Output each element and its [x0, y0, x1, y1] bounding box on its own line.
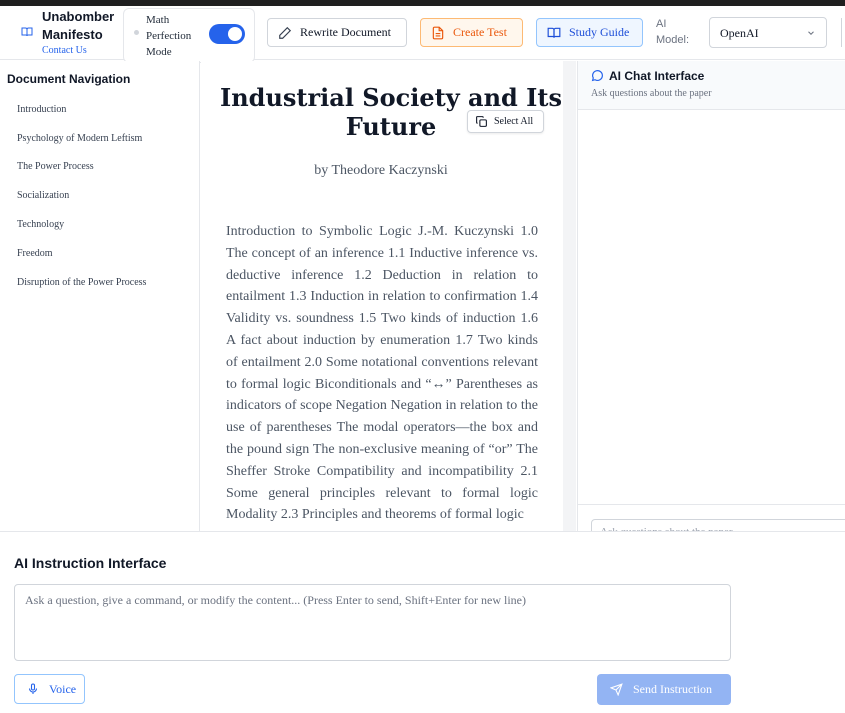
sidebar-item-psychology-of-modern-leftism[interactable]: Psychology of Modern Leftism [17, 133, 142, 144]
document-author: by Theodore Kaczynski [314, 163, 448, 178]
book-open-icon [21, 27, 33, 37]
sidebar-item-technology[interactable]: Technology [17, 219, 64, 230]
sidebar-item-disruption-of-the-power-process[interactable]: Disruption of the Power Process [17, 277, 146, 288]
math-perfection-mode-label: Math Perfection Mode [146, 14, 192, 58]
switch-knob [228, 27, 242, 41]
document-navigation-title: Document Navigation [7, 72, 131, 86]
contact-us-link[interactable]: Contact Us [42, 45, 87, 56]
sidebar-item-freedom[interactable]: Freedom [17, 248, 53, 259]
chat-input-area: Ask questions about the paper... [578, 504, 845, 549]
send-instruction-button[interactable]: Send Instruction [597, 674, 731, 705]
file-text-icon [432, 26, 444, 39]
app-header: Unabomber Manifesto Contact Us Math Perf… [0, 6, 845, 63]
status-dot-icon [134, 30, 139, 35]
chat-subtitle: Ask questions about the paper [591, 88, 712, 99]
ai-instruction-panel: AI Instruction Interface Ask a question,… [0, 531, 845, 713]
chat-title: AI Chat Interface [609, 69, 705, 83]
document-body-text[interactable]: Introduction to Symbolic Logic J.-M. Kuc… [226, 221, 538, 526]
math-perfection-mode-switch[interactable] [209, 24, 245, 44]
voice-label: Voice [49, 681, 77, 696]
select-all-button[interactable]: Select All [467, 110, 544, 133]
book-open-icon [547, 27, 561, 38]
chat-header: AI Chat Interface Ask questions about th… [578, 61, 845, 110]
microphone-icon [28, 683, 38, 694]
ai-chat-panel: AI Chat Interface Ask questions about th… [577, 61, 845, 549]
ai-model-select[interactable]: OpenAI [709, 17, 827, 48]
copy-icon [476, 116, 487, 127]
rewrite-document-label: Rewrite Document [300, 25, 391, 39]
pencil-icon [279, 26, 292, 39]
rewrite-document-button[interactable]: Rewrite Document [267, 18, 407, 47]
instruction-title: AI Instruction Interface [14, 555, 167, 571]
sidebar-item-the-power-process[interactable]: The Power Process [17, 161, 94, 172]
message-circle-icon [591, 70, 603, 82]
instruction-input[interactable]: Ask a question, give a command, or modif… [14, 584, 731, 661]
app-title: Unabomber Manifesto [42, 9, 115, 42]
send-instruction-label: Send Instruction [633, 682, 712, 696]
ai-model-value: OpenAI [720, 26, 759, 40]
study-guide-label: Study Guide [569, 25, 630, 39]
sidebar-item-socialization[interactable]: Socialization [17, 190, 69, 201]
select-all-label: Select All [494, 116, 534, 127]
voice-button[interactable]: Voice [14, 674, 85, 704]
math-perfection-mode-toggle-group: Math Perfection Mode [123, 8, 255, 63]
header-overflow-button-edge [841, 18, 845, 47]
chevron-down-icon [808, 31, 814, 35]
document-scrollbar[interactable] [563, 61, 576, 531]
sidebar-item-introduction[interactable]: Introduction [17, 104, 66, 115]
study-guide-button[interactable]: Study Guide [536, 18, 643, 47]
send-icon [610, 683, 623, 696]
ai-model-label: AI Model: [656, 18, 690, 46]
create-test-button[interactable]: Create Test [420, 18, 523, 47]
document-navigation-sidebar: Document Navigation Introduction Psychol… [0, 61, 200, 531]
create-test-label: Create Test [453, 25, 507, 39]
